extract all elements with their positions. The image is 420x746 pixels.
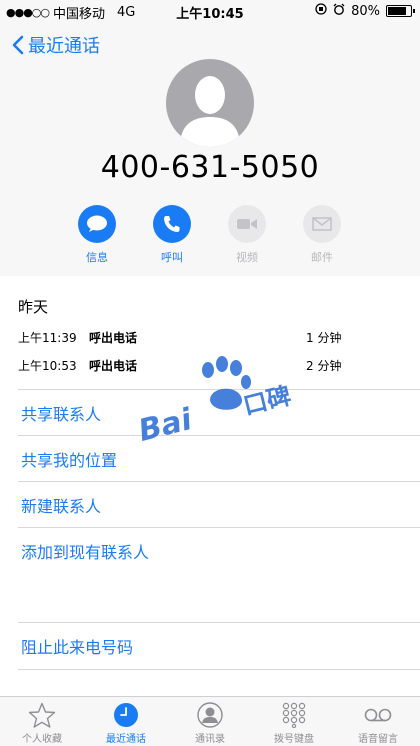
call-duration: 2 分钟: [306, 359, 342, 373]
add-to-existing-contact-button[interactable]: 添加到现有联系人: [18, 527, 420, 573]
video-action-button[interactable]: 视频: [228, 205, 266, 265]
battery-percent: 80%: [351, 3, 380, 19]
tab-recents[interactable]: 最近通话: [84, 697, 168, 746]
chevron-left-icon: [12, 35, 24, 55]
tab-bar: 个人收藏 最近通话 通讯录 拨号键盘 语音留言: [0, 696, 420, 746]
call-time: 上午10:53: [18, 359, 77, 373]
keypad-icon: [282, 702, 306, 728]
create-contact-button[interactable]: 新建联系人: [18, 481, 420, 527]
message-action-circle: [78, 205, 116, 243]
message-action-label: 信息: [86, 251, 108, 264]
orientation-lock-icon: [315, 3, 327, 19]
back-label: 最近通话: [28, 36, 100, 57]
call-action-circle: [153, 205, 191, 243]
mail-action-label: 邮件: [311, 251, 333, 264]
video-action-circle: [228, 205, 266, 243]
battery-icon: [386, 5, 415, 17]
call-action-label: 呼叫: [161, 251, 183, 264]
tab-favorites[interactable]: 个人收藏: [0, 697, 84, 746]
contact-actions: 信息 呼叫 视频 邮件: [78, 205, 341, 265]
phone-icon: [164, 216, 180, 232]
call-duration: 1 分钟: [306, 331, 342, 345]
person-silhouette-icon: [180, 76, 240, 147]
alarm-icon: [333, 3, 345, 19]
contact-avatar: [166, 59, 254, 147]
contact-options-menu: 共享联系人 共享我的位置 新建联系人 添加到现有联系人: [18, 389, 420, 573]
status-bar: ●●●○○ 中国移动 4G 上午10:45 80%: [0, 0, 420, 22]
call-type: 呼出电话: [89, 359, 138, 373]
voicemail-icon: [364, 708, 392, 722]
call-row: 上午11:39 呼出电话 1 分钟: [18, 327, 418, 355]
share-location-button[interactable]: 共享我的位置: [18, 435, 420, 481]
block-caller-button[interactable]: 阻止此来电号码: [18, 622, 420, 670]
video-action-label: 视频: [236, 251, 258, 264]
contact-header: 最近通话 400-631-5050 信息 呼叫 视频 邮件: [0, 22, 420, 276]
tab-label: 通讯录: [195, 734, 225, 745]
recent-calls-section: 昨天 上午11:39 呼出电话 1 分钟 上午10:53 呼出电话 2 分钟: [18, 296, 418, 383]
tab-voicemail[interactable]: 语音留言: [336, 697, 420, 746]
call-time: 上午11:39: [18, 331, 77, 345]
contact-phone-number: 400-631-5050: [100, 150, 320, 185]
tab-keypad[interactable]: 拨号键盘: [252, 697, 336, 746]
mail-icon: [312, 217, 332, 231]
contacts-icon: [197, 702, 223, 728]
mail-action-circle: [303, 205, 341, 243]
tab-contacts[interactable]: 通讯录: [168, 697, 252, 746]
tab-label: 最近通话: [106, 734, 146, 745]
recent-calls-day: 昨天: [18, 298, 49, 316]
mail-action-button[interactable]: 邮件: [303, 205, 341, 265]
status-right: 80%: [315, 3, 415, 19]
back-button[interactable]: 最近通话: [12, 32, 100, 58]
message-icon: [87, 215, 107, 232]
call-row: 上午10:53 呼出电话 2 分钟: [18, 355, 418, 383]
share-contact-button[interactable]: 共享联系人: [18, 389, 420, 435]
tab-label: 语音留言: [358, 734, 398, 745]
call-action-button[interactable]: 呼叫: [153, 205, 191, 265]
video-icon: [237, 219, 257, 229]
message-action-button[interactable]: 信息: [78, 205, 116, 265]
clock-icon: [114, 703, 138, 727]
tab-label: 个人收藏: [22, 734, 62, 745]
call-type: 呼出电话: [89, 331, 138, 345]
tab-label: 拨号键盘: [274, 734, 314, 745]
star-icon: [28, 702, 56, 728]
